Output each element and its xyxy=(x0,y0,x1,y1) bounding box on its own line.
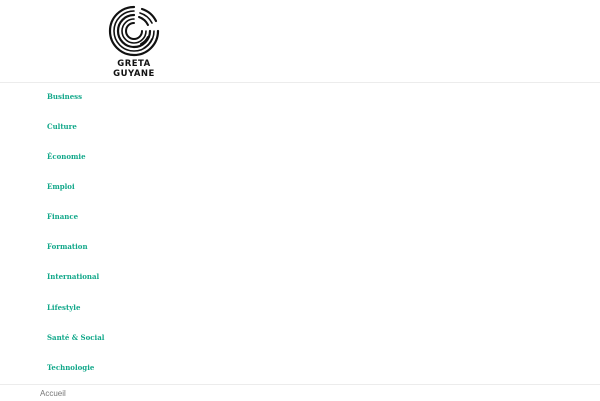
nav-item-economie[interactable]: Économie xyxy=(47,152,86,162)
breadcrumb-home-link[interactable]: Accueil xyxy=(40,389,66,398)
nav-item-emploi[interactable]: Emploi xyxy=(47,182,75,192)
nav-item-technologie[interactable]: Technologie xyxy=(47,363,94,373)
logo-wordmark: GRETA GUYANE xyxy=(104,59,164,79)
logo-line-1: GRETA xyxy=(117,59,151,69)
nav-item-lifestyle[interactable]: Lifestyle xyxy=(47,303,80,313)
nav-item-finance[interactable]: Finance xyxy=(47,212,78,222)
nav-item-formation[interactable]: Formation xyxy=(47,242,88,252)
site-header: GRETA GUYANE xyxy=(0,0,600,83)
nav-item-sante-social[interactable]: Santé & Social xyxy=(47,333,104,343)
site-logo[interactable]: GRETA GUYANE xyxy=(104,5,164,79)
breadcrumb-bar: Accueil xyxy=(0,384,600,401)
nav-item-international[interactable]: International xyxy=(47,272,99,282)
nav-item-business[interactable]: Business xyxy=(47,92,82,102)
nav-item-culture[interactable]: Culture xyxy=(47,122,77,132)
logo-line-2: GUYANE xyxy=(113,69,155,79)
circular-arc-logo-icon xyxy=(108,5,160,57)
